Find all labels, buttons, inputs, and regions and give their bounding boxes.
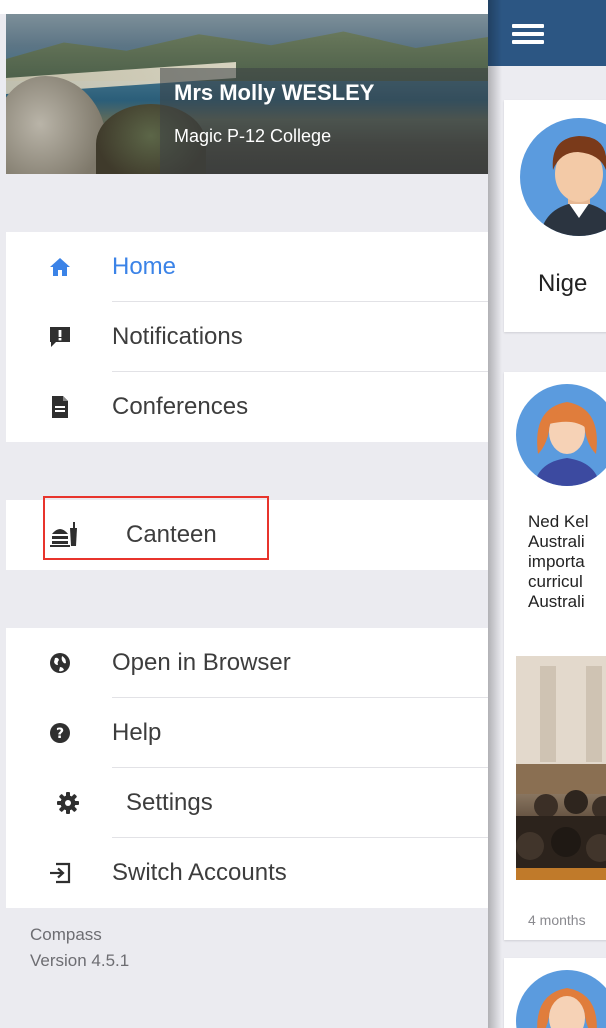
- home-icon: [46, 254, 74, 280]
- menu-item-label: Conferences: [112, 393, 249, 420]
- menu-item-open-in-browser[interactable]: Open in Browser: [6, 628, 488, 698]
- user-info-box: Mrs Molly WESLEY Magic P-12 College: [160, 68, 488, 174]
- post-text-line: Australi: [528, 592, 585, 611]
- user-name: Mrs Molly WESLEY: [174, 80, 375, 105]
- footer-app-name: Compass: [30, 925, 102, 944]
- menu-item-label: Switch Accounts: [112, 859, 287, 886]
- notification-icon: [46, 324, 74, 350]
- help-icon: ?: [46, 720, 74, 746]
- globe-icon: [46, 650, 74, 676]
- menu-group-canteen: Canteen: [6, 496, 488, 570]
- canteen-highlight-box: [43, 496, 269, 560]
- document-icon: [46, 394, 74, 420]
- svg-text:?: ?: [56, 726, 64, 742]
- profile-card[interactable]: Nige: [504, 100, 606, 332]
- navigation-drawer: Mrs Molly WESLEY Magic P-12 College Home…: [0, 0, 488, 1028]
- header-background-rock: [6, 76, 106, 174]
- menu-item-switch-accounts[interactable]: Switch Accounts: [6, 838, 488, 908]
- switch-account-icon: [46, 860, 74, 886]
- menu-item-label: Help: [112, 719, 162, 746]
- menu-item-settings[interactable]: Settings: [6, 768, 488, 838]
- menu-group-extra: Open in Browser ? Help Settings Switch A…: [6, 628, 488, 908]
- next-post-card[interactable]: [504, 958, 606, 1028]
- menu-item-label: Open in Browser: [112, 649, 291, 676]
- menu-item-help[interactable]: ? Help: [6, 698, 488, 768]
- post-timestamp: 4 months: [528, 912, 586, 928]
- drawer-header: Mrs Molly WESLEY Magic P-12 College: [6, 14, 488, 174]
- post-text: Ned Kel Australi importa curricul Austra…: [528, 512, 606, 612]
- menu-item-canteen[interactable]: Canteen: [6, 496, 488, 570]
- menu-item-label: Notifications: [112, 323, 243, 350]
- menu-item-home[interactable]: Home: [6, 232, 488, 302]
- next-post-avatar: [516, 970, 606, 1028]
- gear-icon: [54, 790, 82, 816]
- post-author-avatar: [516, 384, 606, 486]
- background-content: Nige Ned Kel Australi importa curricul A…: [488, 0, 606, 1028]
- post-text-line: curricul: [528, 572, 583, 591]
- hamburger-menu-icon[interactable]: [512, 20, 546, 46]
- post-card[interactable]: Ned Kel Australi importa curricul Austra…: [504, 372, 606, 940]
- menu-group-main: Home Notifications Conferences: [6, 232, 488, 442]
- menu-item-conferences[interactable]: Conferences: [6, 372, 488, 442]
- profile-name: Nige: [538, 270, 588, 297]
- menu-item-label: Settings: [126, 789, 213, 816]
- school-name: Magic P-12 College: [174, 126, 332, 146]
- top-bar: [488, 0, 606, 66]
- menu-item-notifications[interactable]: Notifications: [6, 302, 488, 372]
- post-text-line: importa: [528, 552, 585, 571]
- post-text-line: Ned Kel: [528, 512, 589, 531]
- cutoff-status-text: [0, 0, 488, 14]
- footer-version: Version 4.5.1: [30, 951, 130, 970]
- post-text-line: Australi: [528, 532, 585, 551]
- menu-item-label: Home: [112, 253, 177, 280]
- post-image[interactable]: [516, 656, 606, 880]
- profile-avatar: [520, 118, 606, 236]
